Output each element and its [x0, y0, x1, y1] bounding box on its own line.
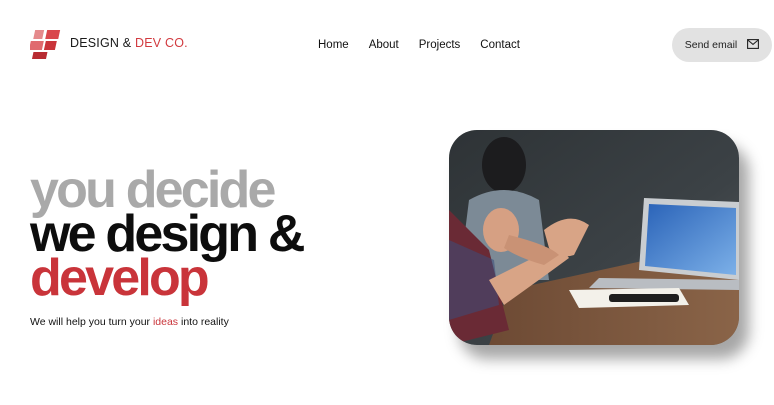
brand-logo[interactable]: DESIGN & DEV CO.: [28, 26, 188, 60]
send-email-label: Send email: [684, 39, 738, 51]
site-header: DESIGN & DEV CO. Home About Projects Con…: [0, 0, 774, 90]
hero-tagline: We will help you turn your ideas into re…: [30, 316, 229, 328]
nav-projects[interactable]: Projects: [419, 39, 461, 51]
nav-home[interactable]: Home: [318, 39, 349, 51]
hero-image: [449, 130, 739, 345]
brand-name: DESIGN & DEV CO.: [70, 36, 188, 50]
nav-about[interactable]: About: [369, 39, 399, 51]
logo-mark-icon: [28, 26, 64, 60]
tagline-pre: We will help you turn your: [30, 316, 153, 328]
mail-icon: [747, 38, 760, 52]
brand-name-part2: DEV CO.: [135, 36, 188, 50]
nav-contact[interactable]: Contact: [480, 39, 520, 51]
send-email-button[interactable]: Send email: [672, 28, 772, 62]
hero-headline: you decide we design & develop: [30, 164, 305, 304]
main-nav: Home About Projects Contact: [318, 39, 520, 51]
tagline-accent: ideas: [152, 316, 179, 328]
tagline-post: into reality: [178, 316, 229, 328]
brand-name-part1: DESIGN &: [70, 36, 136, 50]
